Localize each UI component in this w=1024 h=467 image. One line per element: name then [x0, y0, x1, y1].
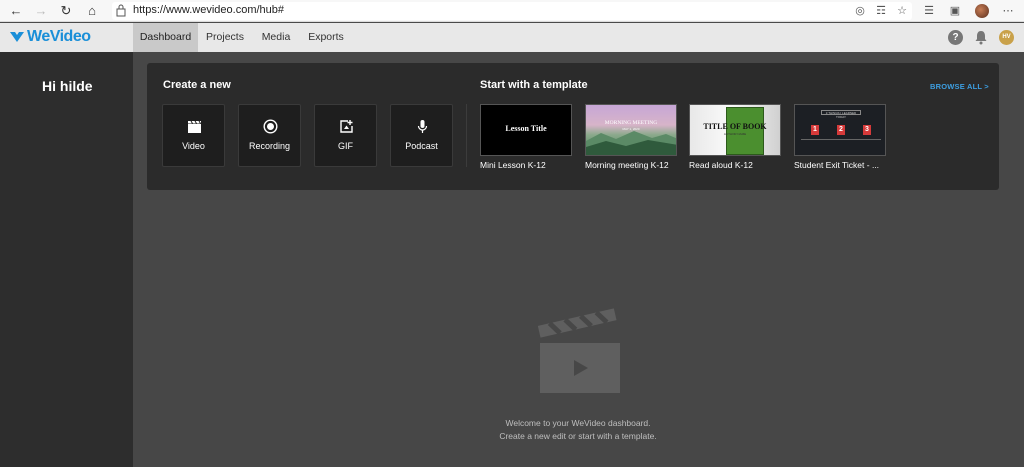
template-thumbnail-exit-ticket[interactable]: 3 THINGS I LEARNED TODAY 1 2 3 — [794, 104, 886, 156]
create-video-label: Video — [182, 141, 205, 151]
template-label-mini-lesson[interactable]: Mini Lesson K-12 — [480, 160, 546, 170]
microphone-icon — [417, 120, 428, 133]
tab-media[interactable]: Media — [255, 23, 297, 52]
wevideo-logo[interactable]: WeVideo — [10, 28, 91, 46]
section-divider — [466, 104, 467, 167]
empty-state-line-2: Create a new edit or start with a templa… — [499, 431, 657, 441]
create-video-button[interactable]: Video — [162, 104, 225, 167]
tab-exports[interactable]: Exports — [302, 23, 350, 52]
more-menu-icon[interactable]: ⋯ — [1001, 4, 1015, 18]
browser-toolbar: ← → ↻ ⌂ https://www.wevideo.com/hub# ◎ ☶… — [0, 0, 1024, 22]
record-icon — [263, 119, 278, 134]
create-recording-button[interactable]: Recording — [238, 104, 301, 167]
lock-icon — [116, 4, 126, 17]
empty-clapperboard-icon — [538, 308, 620, 393]
template-label-read-aloud[interactable]: Read aloud K-12 — [689, 160, 753, 170]
tab-projects[interactable]: Projects — [200, 23, 250, 52]
user-avatar[interactable]: HV — [999, 30, 1014, 45]
notification-bell-icon[interactable] — [974, 30, 988, 45]
create-panel: Create a new Start with a template BROWS… — [147, 63, 999, 190]
template-thumbnail-morning-meeting[interactable]: MORNING MEETING MAY 1, 2020 — [585, 104, 677, 156]
tab-dashboard[interactable]: Dashboard — [133, 23, 198, 52]
favorite-star-icon[interactable]: ☆ — [895, 4, 909, 18]
tracking-prevention-icon[interactable]: ◎ — [853, 4, 867, 18]
empty-state-line-1: Welcome to your WeVideo dashboard. — [505, 418, 651, 428]
app-header: WeVideo Dashboard Projects Media Exports… — [0, 23, 1024, 52]
thumb-subtitle: AUTHOR NAME — [723, 132, 747, 136]
sidebar: Hi hilde — [0, 52, 133, 467]
thumb-number: 3 — [863, 125, 871, 135]
mountain-landscape-image — [586, 131, 676, 155]
thumb-number: 2 — [837, 125, 845, 135]
create-recording-label: Recording — [248, 141, 291, 151]
template-label-exit-ticket[interactable]: Student Exit Ticket - ... — [794, 160, 879, 170]
home-icon[interactable]: ⌂ — [84, 3, 100, 19]
logo-text: WeVideo — [27, 28, 91, 45]
create-gif-button[interactable]: GIF — [314, 104, 377, 167]
create-gif-label: GIF — [338, 141, 353, 151]
forward-arrow-icon[interactable]: → — [33, 3, 49, 19]
thumb-subtitle: MAY 1, 2020 — [622, 127, 640, 131]
collections-icon[interactable]: ▣ — [948, 4, 962, 18]
template-section-title: Start with a template — [480, 79, 588, 91]
clapperboard-icon — [188, 120, 201, 133]
template-thumbnail-read-aloud[interactable]: TITLE OF BOOK AUTHOR NAME — [689, 104, 781, 156]
empty-state-message: Welcome to your WeVideo dashboard. Creat… — [433, 417, 723, 443]
create-section-title: Create a new — [163, 79, 231, 91]
favorites-list-icon[interactable]: ☰ — [922, 4, 936, 18]
thumb-title: MORNING MEETING — [604, 120, 658, 126]
create-podcast-label: Podcast — [405, 141, 438, 151]
thumb-number: 1 — [811, 125, 819, 135]
greeting-text: Hi hilde — [42, 78, 93, 94]
thumb-header: 3 THINGS I LEARNED TODAY — [821, 110, 861, 119]
back-arrow-icon[interactable]: ← — [8, 3, 24, 19]
thumb-title: Lesson Title — [505, 124, 547, 133]
book-cover-image — [726, 107, 764, 155]
browse-all-link[interactable]: BROWSE ALL > — [930, 82, 989, 91]
refresh-icon[interactable]: ↻ — [58, 3, 74, 19]
thumb-divider — [801, 139, 881, 140]
template-thumbnail-mini-lesson[interactable]: Lesson Title — [480, 104, 572, 156]
help-icon[interactable]: ? — [948, 30, 963, 45]
main-content: Create a new Start with a template BROWS… — [133, 52, 1024, 467]
browser-profile-avatar[interactable] — [975, 4, 989, 18]
gif-icon — [340, 120, 353, 133]
url-text[interactable]: https://www.wevideo.com/hub# — [133, 4, 284, 16]
logo-mark-icon — [10, 32, 24, 42]
translate-icon[interactable]: ☶ — [874, 4, 888, 18]
create-podcast-button[interactable]: Podcast — [390, 104, 453, 167]
template-label-morning-meeting[interactable]: Morning meeting K-12 — [585, 160, 669, 170]
thumb-title: TITLE OF BOOK — [703, 122, 767, 131]
